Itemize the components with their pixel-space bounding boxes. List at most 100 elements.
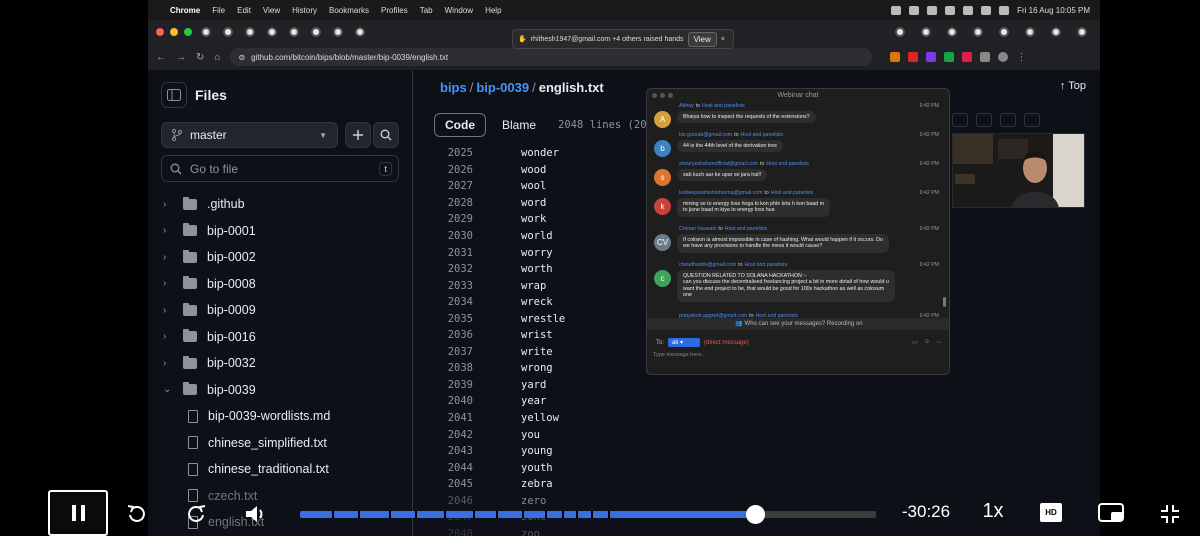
close-window-icon[interactable] <box>652 93 657 98</box>
line-number[interactable]: 2032 <box>434 263 473 275</box>
forward-icon[interactable]: → <box>176 52 186 63</box>
close-notification-button[interactable]: × <box>721 36 725 43</box>
hd-quality-button[interactable]: HD <box>1040 503 1062 522</box>
collapse-sidebar-button[interactable] <box>161 82 187 108</box>
line-number[interactable]: 2037 <box>434 346 473 358</box>
status-icon[interactable] <box>927 5 938 15</box>
chat-sender[interactable]: Chetan Vaswani <box>679 226 716 232</box>
wifi-icon[interactable] <box>963 5 974 15</box>
rewind-button[interactable] <box>123 502 151 526</box>
browser-tab[interactable] <box>1074 24 1090 40</box>
profile-avatar[interactable] <box>998 51 1009 62</box>
tree-folder-bip-0032[interactable]: › bip-0032 <box>161 350 406 377</box>
browser-tab[interactable] <box>264 24 280 40</box>
close-window-icon[interactable] <box>156 28 164 36</box>
tree-file-wordlists-md[interactable]: bip-0039-wordlists.md <box>161 403 406 430</box>
browser-tab[interactable] <box>286 24 302 40</box>
volume-button[interactable] <box>242 502 270 526</box>
tree-folder-bip-0039[interactable]: ⌄ bip-0039 <box>161 377 406 404</box>
line-number[interactable]: 2029 <box>434 213 473 225</box>
back-icon[interactable]: ← <box>156 52 166 63</box>
browser-tab[interactable] <box>892 24 908 40</box>
menu-bookmarks[interactable]: Bookmarks <box>329 6 369 15</box>
extension-icon[interactable] <box>890 51 901 62</box>
go-to-file-input[interactable]: Go to file t <box>161 155 399 182</box>
line-number[interactable]: 2030 <box>434 230 473 242</box>
line-number[interactable]: 2033 <box>434 280 473 292</box>
menu-window[interactable]: Window <box>445 6 473 15</box>
zoom-window-icon[interactable] <box>668 93 673 98</box>
recipient-dropdown[interactable]: ak ▾ <box>668 338 701 347</box>
download-icon[interactable] <box>976 113 992 127</box>
tree-file-chinese-traditional[interactable]: chinese_traditional.txt <box>161 456 406 483</box>
menu-history[interactable]: History <box>292 6 317 15</box>
chat-visibility-bar[interactable]: 👥 Who can see your messages? Recording o… <box>647 318 949 330</box>
menu-tab[interactable]: Tab <box>420 6 433 15</box>
line-number[interactable]: 2042 <box>434 429 473 441</box>
browser-tab[interactable] <box>996 24 1012 40</box>
browser-tab[interactable] <box>944 24 960 40</box>
picture-in-picture-button[interactable] <box>1096 501 1126 525</box>
status-icon[interactable] <box>909 5 920 15</box>
top-link[interactable]: ↑ Top <box>1060 80 1086 92</box>
more-icon[interactable]: ⋯ <box>936 339 942 346</box>
tree-folder-bip-0002[interactable]: › bip-0002 <box>161 244 406 271</box>
browser-tab[interactable] <box>1022 24 1038 40</box>
chat-message-input[interactable]: Type message here... <box>653 352 706 358</box>
line-number[interactable]: 2036 <box>434 329 473 341</box>
search-button[interactable] <box>373 122 399 148</box>
browser-tab[interactable] <box>918 24 934 40</box>
line-number[interactable]: 2041 <box>434 412 473 424</box>
video-progress-bar[interactable] <box>300 505 876 524</box>
line-number[interactable]: 2025 <box>434 147 473 159</box>
branch-selector[interactable]: master ▼ <box>161 122 338 148</box>
browser-tab[interactable] <box>970 24 986 40</box>
line-number[interactable]: 2044 <box>434 462 473 474</box>
line-number[interactable]: 2039 <box>434 379 473 391</box>
browser-tab[interactable] <box>352 24 368 40</box>
progress-scrubber[interactable] <box>746 505 766 524</box>
extension-icon[interactable] <box>962 51 973 62</box>
tree-folder-bip-0016[interactable]: › bip-0016 <box>161 324 406 351</box>
browser-tab[interactable] <box>308 24 324 40</box>
menu-app-name[interactable]: Chrome <box>170 6 200 15</box>
line-number[interactable]: 2043 <box>434 445 473 457</box>
tree-folder-bip-0008[interactable]: › bip-0008 <box>161 271 406 298</box>
browser-tab[interactable] <box>1048 24 1064 40</box>
line-number[interactable]: 2026 <box>434 164 473 176</box>
exit-fullscreen-button[interactable] <box>1157 502 1183 526</box>
chat-sender[interactable]: kuldeepvashishtsharma@gmail.com <box>679 190 762 196</box>
home-icon[interactable]: ⌂ <box>214 52 220 63</box>
extensions-puzzle-icon[interactable] <box>980 51 991 62</box>
site-info-icon[interactable]: ⊜ <box>238 53 245 62</box>
edit-icon[interactable] <box>1000 113 1016 127</box>
emoji-icon[interactable]: ☺ <box>924 339 930 346</box>
symbols-icon[interactable] <box>1024 113 1040 127</box>
browser-tab[interactable] <box>242 24 258 40</box>
battery-icon[interactable] <box>945 5 956 15</box>
minimize-window-icon[interactable] <box>170 28 178 36</box>
control-center-icon[interactable] <box>999 5 1010 15</box>
view-button[interactable]: View <box>687 31 717 47</box>
line-number[interactable]: 2040 <box>434 395 473 407</box>
line-number[interactable]: 2031 <box>434 247 473 259</box>
address-bar[interactable]: ⊜ github.com/bitcoin/bips/blob/master/bi… <box>230 48 873 66</box>
line-number[interactable]: 2038 <box>434 362 473 374</box>
menu-help[interactable]: Help <box>485 6 501 15</box>
menu-edit[interactable]: Edit <box>237 6 251 15</box>
add-file-button[interactable] <box>345 122 371 148</box>
chat-sender[interactable]: choudhardiv@gmail.com <box>679 262 736 268</box>
browser-tab[interactable] <box>198 24 214 40</box>
chat-sender[interactable]: Abhay <box>679 103 694 109</box>
tree-folder-github[interactable]: › .github <box>161 191 406 218</box>
line-number[interactable]: 2034 <box>434 296 473 308</box>
tree-folder-bip-0001[interactable]: › bip-0001 <box>161 218 406 245</box>
tab-code[interactable]: Code <box>434 113 486 137</box>
extension-icon[interactable] <box>944 51 955 62</box>
menu-file[interactable]: File <box>212 6 225 15</box>
line-number[interactable]: 2028 <box>434 197 473 209</box>
chat-sender[interactable]: shouryeshahunofficial@gmail.com <box>679 161 758 167</box>
tree-folder-bip-0009[interactable]: › bip-0009 <box>161 297 406 324</box>
reload-icon[interactable]: ↻ <box>196 52 204 63</box>
more-menu-icon[interactable]: ⋮ <box>1016 52 1026 63</box>
